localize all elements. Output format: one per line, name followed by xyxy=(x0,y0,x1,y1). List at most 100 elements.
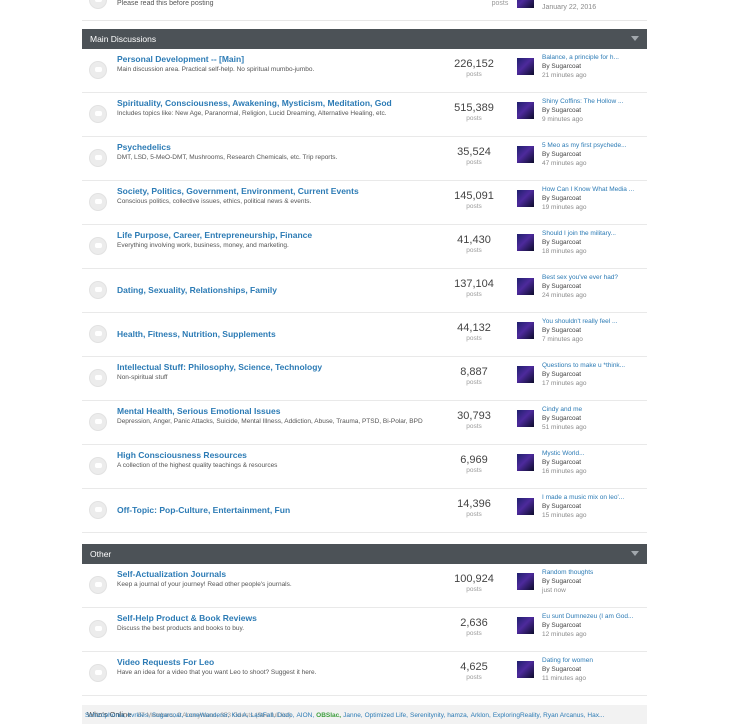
last-post-author[interactable]: By Sugarcoat xyxy=(542,282,652,291)
online-member-link[interactable]: Janne, xyxy=(343,712,363,719)
post-count: 2,636 posts xyxy=(437,608,511,639)
forum-title-link[interactable]: Mental Health, Serious Emotional Issues xyxy=(117,406,280,416)
collapse-toggle-icon[interactable] xyxy=(631,551,639,556)
online-member-link[interactable]: Schizophonia, xyxy=(85,712,126,719)
online-member-link[interactable]: Optimized Life, xyxy=(365,712,408,719)
post-count-value: 100,924 xyxy=(454,573,494,585)
post-count-value: 14,396 xyxy=(457,498,491,510)
post-count-label: posts xyxy=(466,674,482,681)
last-poster-avatar[interactable] xyxy=(517,410,534,427)
last-post-title-link[interactable]: Shiny Coffins: The Hollow ... xyxy=(542,97,652,106)
online-member-link[interactable]: LoneWanderer, xyxy=(185,712,229,719)
forum-title-link[interactable]: High Consciousness Resources xyxy=(117,450,247,460)
last-poster-avatar[interactable] xyxy=(517,146,534,163)
category-forum-list: Self-Actualization Journals Keep a journa… xyxy=(82,564,647,696)
forum-title-link[interactable]: Video Requests For Leo xyxy=(117,657,214,667)
last-poster-avatar[interactable] xyxy=(517,0,534,8)
last-poster-avatar[interactable] xyxy=(517,661,534,678)
last-post-author[interactable]: By Sugarcoat xyxy=(542,62,652,71)
last-post-title-link[interactable]: Mystic World... xyxy=(542,449,652,458)
last-post-author[interactable]: By Sugarcoat xyxy=(542,238,652,247)
post-count-label: posts xyxy=(466,203,482,210)
last-post-author[interactable]: By Sugarcoat xyxy=(542,577,652,586)
last-post-title-link[interactable]: Best sex you've ever had? xyxy=(542,273,652,282)
forum-title-link[interactable]: Self-Actualization Journals xyxy=(117,569,226,579)
last-poster-avatar[interactable] xyxy=(517,322,534,339)
last-poster-avatar[interactable] xyxy=(517,366,534,383)
last-post-author[interactable]: By Sugarcoat xyxy=(542,194,652,203)
forum-title-link[interactable]: Personal Development -- [Main] xyxy=(117,54,244,64)
last-post-title-link[interactable]: Questions to make u *think... xyxy=(542,361,652,370)
last-post-author[interactable]: By Sugarcoat xyxy=(542,326,652,335)
last-post-title-link[interactable]: Should I join the military... xyxy=(542,229,652,238)
forum-title-link[interactable]: Off-Topic: Pop-Culture, Entertainment, F… xyxy=(117,505,290,515)
forum-title-link[interactable]: Psychedelics xyxy=(117,142,171,152)
last-poster-avatar[interactable] xyxy=(517,454,534,471)
last-poster-avatar[interactable] xyxy=(517,234,534,251)
forum-title-link[interactable]: Self-Help Product & Book Reviews xyxy=(117,613,257,623)
last-post-date: January 22, 2016 xyxy=(542,4,597,11)
forum-title-link[interactable]: Intellectual Stuff: Philosophy, Science,… xyxy=(117,362,322,372)
post-count-value: 6,969 xyxy=(460,454,488,466)
online-member-link[interactable]: Ryan Arcanus, xyxy=(543,712,585,719)
online-member-link[interactable]: Dodo, xyxy=(277,712,294,719)
last-poster-avatar[interactable] xyxy=(517,278,534,295)
online-member-link[interactable]: Arklon, xyxy=(471,712,491,719)
last-post-title-link[interactable]: I made a music mix on leo'... xyxy=(542,493,652,502)
post-count: 14,396 posts xyxy=(437,489,511,520)
last-post-author[interactable]: By Sugarcoat xyxy=(542,621,652,630)
forum-title-link[interactable]: Health, Fitness, Nutrition, Supplements xyxy=(117,329,276,339)
last-poster-avatar[interactable] xyxy=(517,498,534,515)
last-post-title-link[interactable]: Eu sunt Dumnezeu (I am God... xyxy=(542,612,652,621)
last-post-title-link[interactable]: Balance, a principle for h... xyxy=(542,53,652,62)
online-member-link[interactable]: LastFall, xyxy=(251,712,276,719)
last-post-info: Cindy and me By Sugarcoat 51 minutes ago xyxy=(542,405,652,432)
last-poster-avatar[interactable] xyxy=(517,573,534,590)
last-post-author[interactable]: By Sugarcoat xyxy=(542,370,652,379)
last-poster-avatar[interactable] xyxy=(517,58,534,75)
online-member-link[interactable]: OBSIac, xyxy=(316,712,341,719)
forum-row: Intellectual Stuff: Philosophy, Science,… xyxy=(82,357,647,401)
last-post-time: 15 minutes ago xyxy=(542,512,587,519)
forum-read-status-icon xyxy=(89,664,107,682)
online-member-link[interactable]: Kid A, xyxy=(232,712,249,719)
last-poster-avatar[interactable] xyxy=(517,102,534,119)
forum-title-link[interactable]: Life Purpose, Career, Entrepreneurship, … xyxy=(117,230,312,240)
online-member-link[interactable]: Serenitynity, xyxy=(410,712,445,719)
forum-description: Conscious politics, collective issues, e… xyxy=(117,198,312,205)
last-post-time: 9 minutes ago xyxy=(542,116,583,123)
online-member-link[interactable]: ExploringReality, xyxy=(493,712,541,719)
forum-title-link[interactable]: Dating, Sexuality, Relationships, Family xyxy=(117,285,277,295)
last-post-title-link[interactable]: Random thoughts xyxy=(542,568,652,577)
last-post-title-link[interactable]: 5 Meo as my first psychede... xyxy=(542,141,652,150)
online-member-link[interactable]: Hax... xyxy=(587,712,604,719)
last-poster-avatar[interactable] xyxy=(517,617,534,634)
last-post-title-link[interactable]: How Can I Know What Media ... xyxy=(542,185,652,194)
post-count-label: posts xyxy=(466,467,482,474)
forum-row: Self-Actualization Journals Keep a journa… xyxy=(82,564,647,608)
last-post-author[interactable]: By Sugarcoat xyxy=(542,106,652,115)
post-count: 515,389 posts xyxy=(437,93,511,124)
collapse-toggle-icon[interactable] xyxy=(631,36,639,41)
last-post-author[interactable]: By Sugarcoat xyxy=(542,665,652,674)
last-post-author[interactable]: By Sugarcoat xyxy=(542,502,652,511)
online-member-link[interactable]: AION, xyxy=(296,712,314,719)
forum-description: Main discussion area. Practical self-hel… xyxy=(117,66,315,73)
forum-title-link[interactable]: Spirituality, Consciousness, Awakening, … xyxy=(117,98,392,108)
last-post-author[interactable]: By Sugarcoat xyxy=(542,414,652,423)
last-post-author[interactable]: By Sugarcoat xyxy=(542,150,652,159)
last-post-title-link[interactable]: You shouldn't really feel ... xyxy=(542,317,652,326)
post-count-value: 515,389 xyxy=(454,102,494,114)
last-poster-avatar[interactable] xyxy=(517,190,534,207)
online-member-link[interactable]: Sugarcoat, xyxy=(152,712,183,719)
online-member-link[interactable]: kvrkles, xyxy=(128,712,150,719)
last-post-author[interactable]: By Sugarcoat xyxy=(542,458,652,467)
last-post-title-link[interactable]: Cindy and me xyxy=(542,405,652,414)
online-member-link[interactable]: hamza, xyxy=(447,712,468,719)
forum-title-link[interactable]: Society, Politics, Government, Environme… xyxy=(117,186,359,196)
post-count-label: posts xyxy=(466,586,482,593)
category-header-other[interactable]: Other xyxy=(82,544,647,564)
last-post-title-link[interactable]: Dating for women xyxy=(542,656,652,665)
category-header-main-discussions[interactable]: Main Discussions xyxy=(82,29,647,49)
last-post-info: Mystic World... By Sugarcoat 16 minutes ag… xyxy=(542,449,652,476)
